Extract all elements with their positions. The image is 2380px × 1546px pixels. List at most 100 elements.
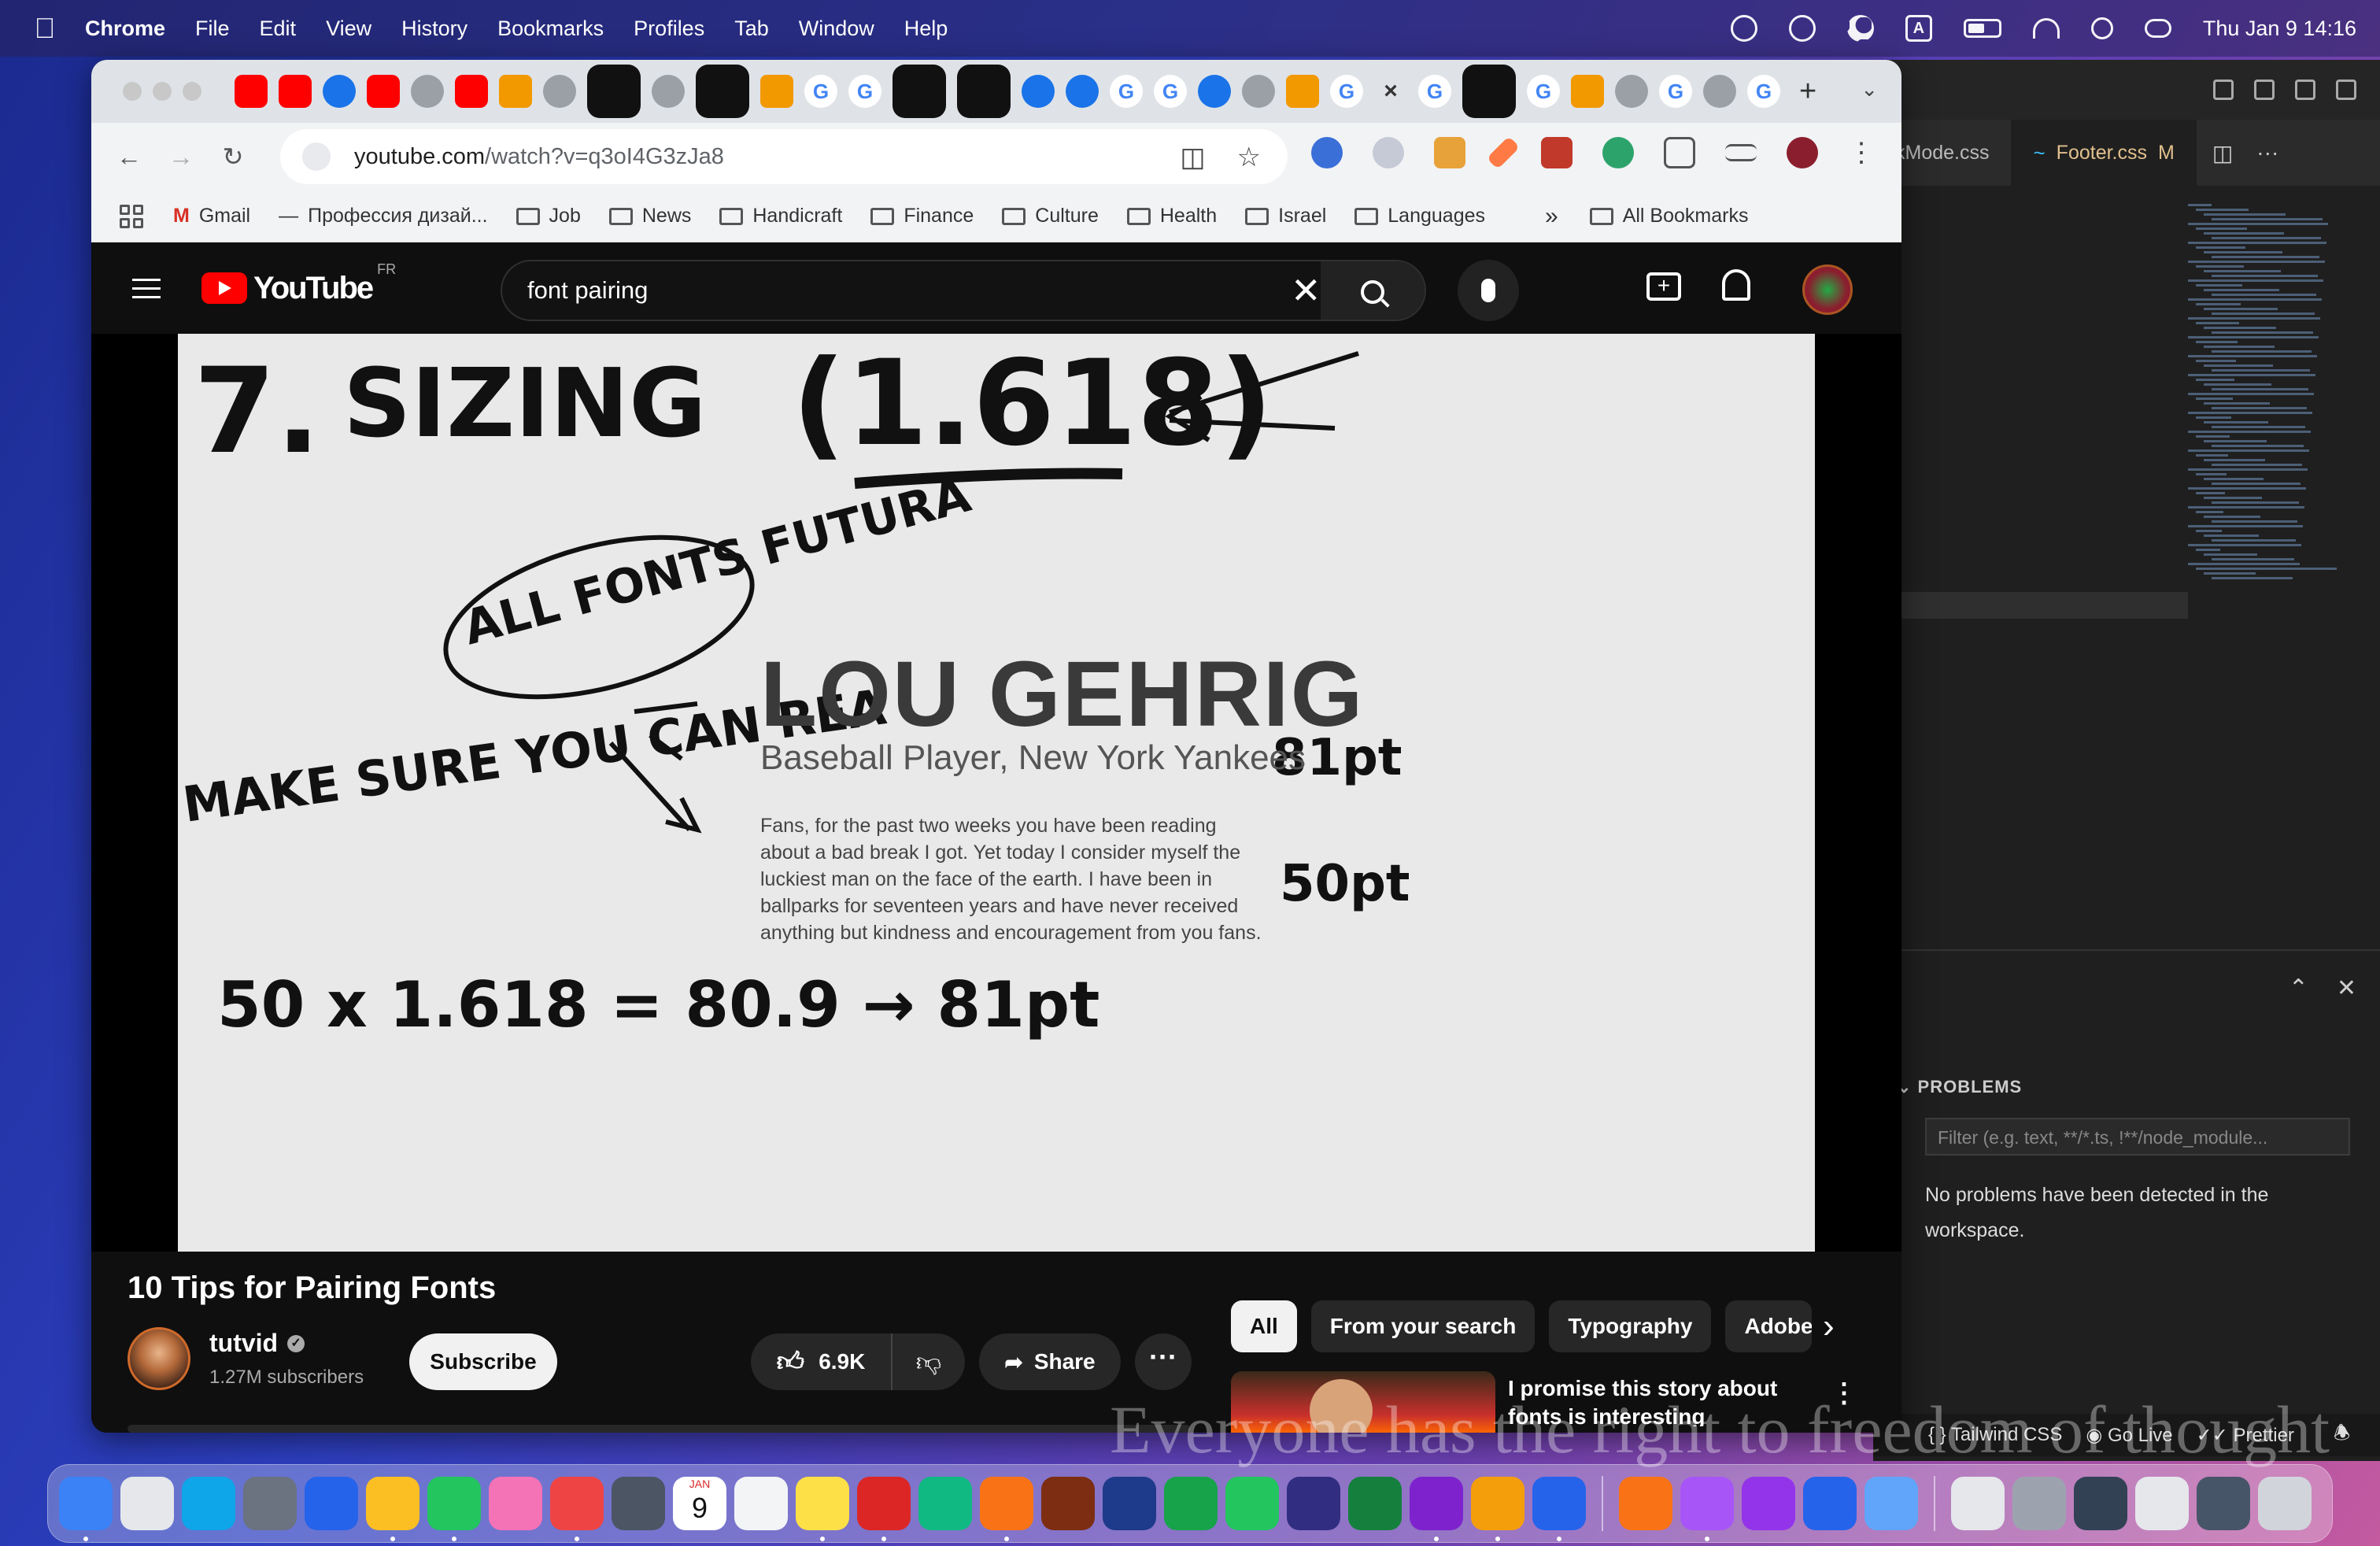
vpn-icon[interactable] [1730, 15, 1757, 42]
notifications-bell-icon[interactable]: 🕭 [2334, 1419, 2350, 1452]
bc-app3-icon[interactable] [1287, 1477, 1340, 1530]
hamburger-menu-icon[interactable] [132, 278, 161, 298]
quicktime-icon[interactable] [1864, 1477, 1918, 1530]
tab-favicon[interactable] [499, 75, 532, 108]
panel-toggle-icon[interactable] [2295, 80, 2315, 100]
menu-window[interactable]: Window [799, 17, 874, 41]
reading-list-icon[interactable] [1725, 144, 1757, 161]
image-icon[interactable] [2012, 1477, 2066, 1530]
tab-favicon[interactable] [957, 65, 1011, 118]
tab-favicon[interactable]: G [1527, 75, 1560, 108]
channel-avatar[interactable] [128, 1327, 190, 1390]
bookmark-folder-culture[interactable]: Culture [1002, 205, 1099, 227]
tab-favicon[interactable] [1286, 75, 1319, 108]
tab-favicon[interactable] [455, 75, 488, 108]
bookmark-folder-handicraft[interactable]: Handicraft [719, 205, 842, 227]
search-input[interactable] [502, 276, 1273, 305]
bookmark-gmail[interactable]: M Gmail [173, 205, 250, 227]
tab-favicon[interactable] [1462, 65, 1516, 118]
reload-button[interactable]: ↻ [219, 142, 247, 171]
reminders-icon[interactable] [734, 1477, 788, 1530]
british-council-icon[interactable] [1103, 1477, 1156, 1530]
chrome-menu-icon[interactable]: ⋮ [1848, 137, 1875, 168]
slack-icon[interactable] [1410, 1477, 1463, 1541]
new-tab-button[interactable]: + [1799, 75, 1816, 109]
bc-app4-icon[interactable] [1348, 1477, 1402, 1530]
maps-icon[interactable] [427, 1477, 481, 1541]
extension-icon[interactable] [1541, 137, 1572, 168]
battery-icon[interactable] [1963, 19, 2001, 38]
clear-search-icon[interactable]: ✕ [1291, 272, 1321, 309]
moon-icon[interactable] [1846, 15, 1874, 42]
doc2-icon[interactable] [2135, 1477, 2189, 1530]
tab-favicon[interactable] [543, 75, 576, 108]
install-app-icon[interactable]: ◫ [1180, 142, 1205, 173]
podcasts-icon[interactable] [1742, 1477, 1795, 1530]
bookmark-folder-health[interactable]: Health [1126, 205, 1217, 227]
tab-favicon[interactable] [235, 75, 268, 108]
problems-filter-input[interactable]: Filter (e.g. text, **/*.ts, !**/node_mod… [1925, 1118, 2350, 1156]
menu-tab[interactable]: Tab [734, 17, 769, 41]
like-button[interactable]: 👍︎ 6.9K [751, 1333, 893, 1390]
djvu-icon[interactable] [1680, 1477, 1734, 1541]
tab-favicon[interactable] [696, 65, 749, 118]
extension-icon[interactable] [1373, 137, 1404, 168]
chip-all[interactable]: All [1231, 1300, 1297, 1352]
tab-favicon[interactable] [1198, 75, 1231, 108]
control-center-icon[interactable] [2144, 19, 2171, 38]
bc-app2-icon[interactable] [1225, 1477, 1279, 1530]
tab-favicon[interactable]: G [1659, 75, 1692, 108]
bookmark-folder-languages[interactable]: Languages [1354, 205, 1485, 227]
tab-favicon[interactable]: G [1154, 75, 1187, 108]
back-button[interactable]: ← [115, 142, 143, 171]
system-settings-icon[interactable] [243, 1477, 297, 1530]
maximize-panel-icon[interactable]: ⌃ [2289, 975, 2308, 1002]
minimap[interactable] [2188, 202, 2377, 713]
voice-search-button[interactable] [1458, 260, 1519, 321]
extension-icon[interactable] [1311, 137, 1343, 168]
address-bar[interactable]: youtube.com/watch?v=q3oI4G3zJa8 ◫ ☆ [280, 129, 1288, 184]
launchpad-icon[interactable] [120, 1477, 174, 1530]
finder-icon[interactable] [59, 1477, 113, 1541]
tab-favicon[interactable] [1066, 75, 1099, 108]
tab-favicon[interactable] [323, 75, 356, 108]
tab-favicon[interactable]: G [1330, 75, 1363, 108]
close-window-button[interactable] [123, 82, 142, 101]
channel-name[interactable]: tutvid ✓ [209, 1329, 305, 1358]
video-frame[interactable]: 7. SIZING (1.618) ALL FONTS FUTURA MAKE … [178, 334, 1815, 1252]
site-info-icon[interactable] [302, 142, 331, 171]
minimize-window-button[interactable] [153, 82, 172, 101]
user-avatar[interactable] [1802, 264, 1853, 315]
share-button[interactable]: ➦ Share [979, 1333, 1121, 1390]
profile-avatar[interactable] [1787, 137, 1818, 168]
zoom-window-button[interactable] [183, 82, 201, 101]
image2-icon[interactable] [2074, 1477, 2127, 1530]
search-button[interactable] [1321, 261, 1425, 320]
calendar-icon[interactable]: JAN 9 [673, 1477, 726, 1530]
acrobat-icon[interactable] [857, 1477, 911, 1541]
app-store-icon[interactable] [182, 1477, 235, 1530]
dictionary-icon[interactable] [1041, 1477, 1095, 1530]
dislike-button[interactable]: 👎︎ [893, 1333, 965, 1390]
secondary-sidebar-icon[interactable] [2336, 80, 2356, 100]
layout-icon[interactable] [2213, 80, 2234, 100]
safari-icon[interactable] [305, 1477, 358, 1530]
tab-favicon[interactable] [1571, 75, 1604, 108]
tab-favicon[interactable]: G [1110, 75, 1143, 108]
apps-grid-icon[interactable] [120, 204, 143, 228]
close-panel-icon[interactable]: ✕ [2337, 975, 2356, 1002]
trash-icon[interactable] [2258, 1477, 2312, 1530]
tab-favicon[interactable]: G [848, 75, 881, 108]
sketch-icon[interactable] [1471, 1477, 1524, 1541]
more-actions-icon[interactable]: ··· [2256, 140, 2278, 165]
extension-icon[interactable] [1486, 135, 1521, 170]
forward-button[interactable]: → [167, 142, 195, 171]
menu-help[interactable]: Help [904, 17, 948, 41]
tab-footer-css[interactable]: ~ Footer.css M [2011, 120, 2197, 186]
chip-adobe[interactable]: Adobe [1725, 1300, 1813, 1352]
clock[interactable]: Thu Jan 9 14:16 [2203, 17, 2356, 41]
all-bookmarks-button[interactable]: All Bookmarks [1589, 205, 1748, 227]
puzzle-icon[interactable] [1664, 137, 1695, 168]
play-circle-icon[interactable] [1788, 15, 1816, 42]
tab-favicon[interactable] [279, 75, 312, 108]
